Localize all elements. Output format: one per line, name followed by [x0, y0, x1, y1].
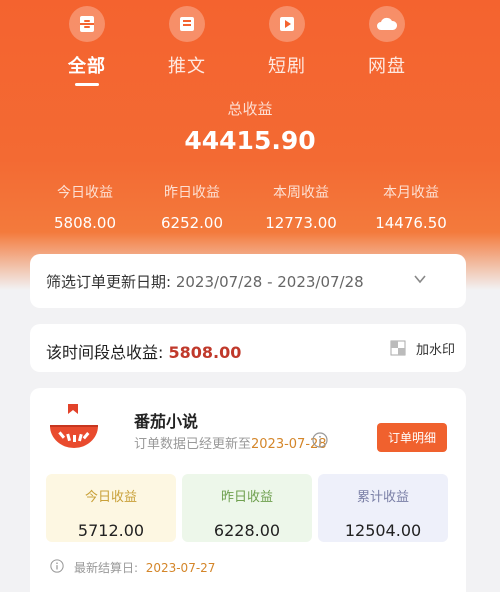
period-summary-value: 5808.00	[168, 343, 242, 362]
tomato-novel-logo	[46, 404, 102, 454]
date-filter[interactable]: 筛选订单更新日期: 2023/07/28 - 2023/07/28	[30, 254, 466, 308]
stat-label: 本周收益	[273, 185, 329, 201]
stat-value: 12773.00	[265, 214, 337, 232]
play-icon	[269, 6, 305, 42]
earnings-stats: 今日收益 5808.00 昨日收益 6252.00 本周收益 12773.00 …	[0, 182, 500, 238]
today-earnings-box: 今日收益 5712.00	[46, 474, 176, 542]
date-filter-label: 筛选订单更新日期:	[46, 273, 172, 291]
tab-short-drama[interactable]: 短剧	[242, 6, 332, 78]
box-value: 6228.00	[213, 521, 281, 540]
settlement-date: 2023-07-27	[145, 560, 216, 575]
active-tab-indicator	[75, 83, 99, 86]
order-details-button[interactable]: 订单明细	[377, 423, 447, 452]
box-label: 累计收益	[356, 490, 409, 505]
cloud-icon	[369, 6, 405, 42]
add-watermark-button[interactable]: 加水印	[390, 338, 455, 358]
stat-this-month: 本月收益 14476.50	[356, 182, 466, 232]
tab-cloud-disk-label: 网盘	[368, 56, 406, 77]
update-status: 订单数据已经更新至2023-07-28	[134, 433, 327, 452]
box-label: 今日收益	[84, 490, 137, 505]
settlement-info: 最新结算日: 2023-07-27	[50, 559, 215, 576]
cumulative-earnings-box: 累计收益 12504.00	[318, 474, 448, 542]
bucket-icon	[69, 6, 105, 42]
info-icon[interactable]	[312, 432, 328, 452]
app-name: 番茄小说	[134, 412, 199, 431]
box-value: 12504.00	[344, 521, 422, 540]
tab-all[interactable]: 全部	[42, 6, 132, 86]
period-summary-text: 该时间段总收益: 5808.00	[46, 339, 241, 363]
update-status-prefix: 订单数据已经更新至	[134, 437, 252, 452]
stat-label: 本月收益	[383, 185, 439, 201]
category-tabs: 全部 推文 短剧 网盘	[0, 6, 500, 86]
tab-all-label: 全部	[68, 56, 106, 77]
stat-this-week: 本周收益 12773.00	[246, 182, 356, 232]
date-range-value: 2023/07/28 - 2023/07/28	[175, 273, 364, 291]
period-summary-label: 该时间段总收益:	[46, 343, 164, 362]
tab-cloud-disk[interactable]: 网盘	[342, 6, 432, 78]
box-value: 5712.00	[77, 521, 145, 540]
stat-today: 今日收益 5808.00	[30, 182, 140, 232]
watermark-icon	[390, 340, 406, 356]
stat-label: 昨日收益	[164, 185, 220, 201]
stat-value: 6252.00	[160, 214, 224, 232]
box-label: 昨日收益	[220, 490, 273, 505]
app-earnings-card: 番茄小说 订单数据已经更新至2023-07-28 订单明细 今日收益 5712.…	[30, 388, 466, 592]
book-icon	[169, 6, 205, 42]
tab-short-drama-label: 短剧	[268, 56, 306, 77]
tab-articles[interactable]: 推文	[142, 6, 232, 78]
chevron-down-icon[interactable]	[412, 271, 428, 291]
date-filter-text: 筛选订单更新日期: 2023/07/28 - 2023/07/28	[46, 271, 364, 292]
settlement-label: 最新结算日:	[74, 561, 139, 575]
add-watermark-label: 加水印	[416, 342, 456, 358]
yesterday-earnings-box: 昨日收益 6228.00	[182, 474, 312, 542]
stat-value: 5808.00	[53, 214, 117, 232]
total-earnings-label: 总收益	[227, 100, 273, 118]
stat-label: 今日收益	[57, 185, 113, 201]
stat-value: 14476.50	[375, 214, 447, 232]
tab-articles-label: 推文	[168, 56, 206, 77]
stat-yesterday: 昨日收益 6252.00	[137, 182, 247, 232]
info-icon	[50, 559, 64, 576]
period-summary: 该时间段总收益: 5808.00 加水印	[30, 324, 466, 372]
total-earnings-value: 44415.90	[184, 126, 316, 155]
